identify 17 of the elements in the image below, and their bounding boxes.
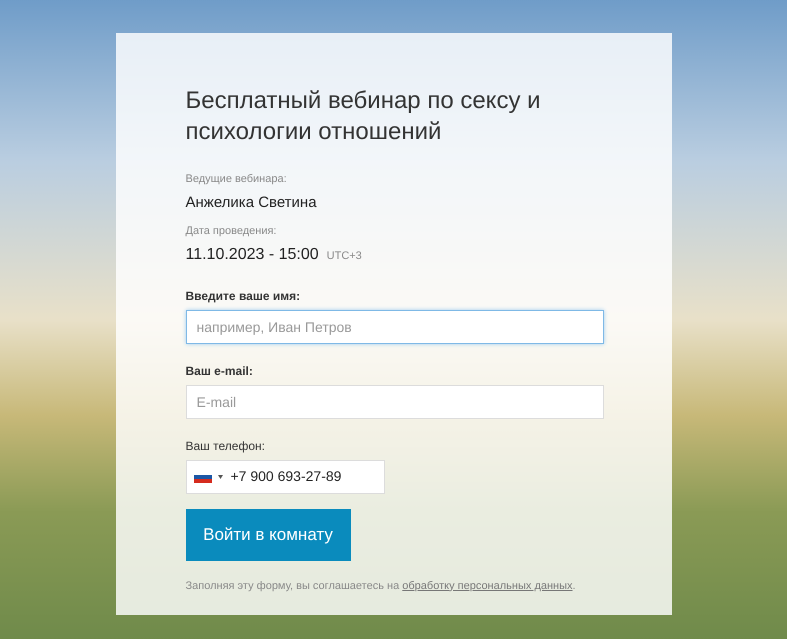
phone-input[interactable]: +7 900 693-27-89: [230, 466, 384, 487]
host-name: Анжелика Светина: [186, 192, 318, 212]
webinar-title: Бесплатный вебинар по сексу и психологии отношений: [186, 86, 542, 147]
input-field[interactable]: E-mail: [186, 384, 604, 418]
host-label: Ведущие вебинара:: [186, 172, 288, 187]
privacy-link[interactable]: обработку персональных данных: [402, 580, 573, 592]
field-label: Ваш телефон:: [186, 438, 266, 454]
timezone: UTC+3: [326, 248, 362, 264]
date-value: 11.10.2023 - 15:00: [186, 244, 319, 264]
field-label: Ваш e-mail:: [186, 362, 254, 380]
field-label: Введите ваше имя:: [186, 288, 302, 304]
date-label: Дата проведения:: [186, 224, 278, 239]
caret-icon: [218, 474, 222, 478]
phone-field[interactable]: +7 900 693-27-89: [186, 460, 384, 494]
input-field[interactable]: например, Иван Петров: [186, 310, 604, 344]
submit-button[interactable]: Войти в комнату: [186, 508, 350, 560]
consent-text: Заполняя эту форму, вы соглашаетесь на обработку персональных данных.: [186, 578, 577, 594]
